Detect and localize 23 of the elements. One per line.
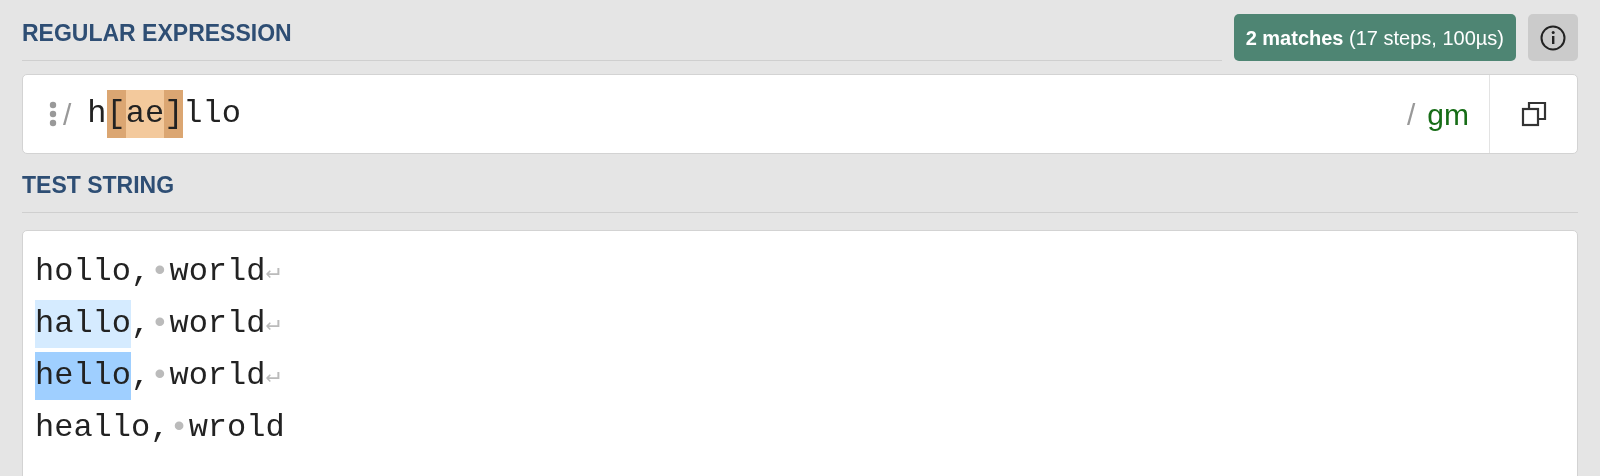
match-highlight: hello (35, 352, 131, 400)
space-marker: • (150, 304, 170, 344)
line-break-marker: ↵ (265, 257, 280, 287)
space-marker: • (150, 252, 170, 292)
match-count-badge: 2 matches (17 steps, 100µs) (1233, 14, 1516, 61)
test-text: heallo, (35, 408, 170, 448)
info-button[interactable] (1528, 14, 1578, 61)
info-icon (1540, 24, 1566, 51)
test-text: world (169, 356, 266, 396)
test-text: , (131, 356, 151, 396)
test-text: , (131, 304, 151, 344)
space-marker: • (150, 356, 170, 396)
line-break-marker: ↵ (265, 361, 280, 391)
test-text: world (169, 252, 266, 292)
line-break-marker: ↵ (265, 309, 280, 339)
test-text: wrold (188, 408, 285, 448)
match-highlight: hallo (35, 300, 131, 348)
space-marker: • (169, 408, 189, 448)
test-text: world (169, 304, 266, 344)
test-text: hollo, (35, 252, 151, 292)
section-title: TEST STRING (22, 170, 175, 200)
test-string-editor[interactable]: hollo,•world↵ hallo,•world↵ hello,•world↵ heallo,•wrold (22, 230, 1578, 476)
section-title: REGULAR EXPRESSION (22, 18, 292, 48)
